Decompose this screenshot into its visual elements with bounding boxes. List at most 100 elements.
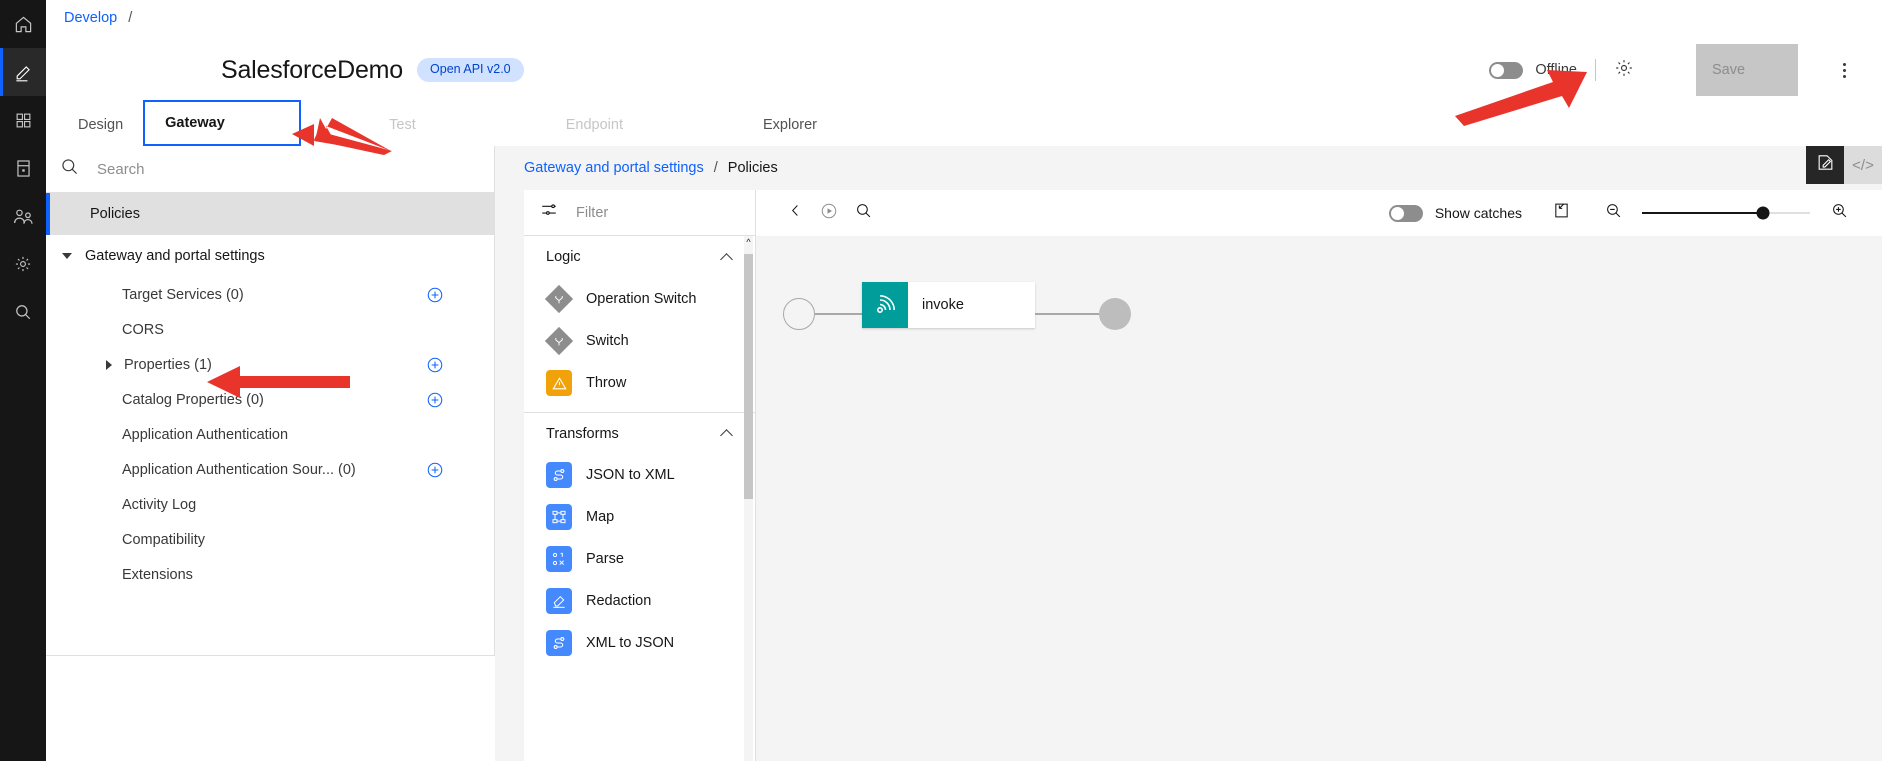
palette-scrollbar-thumb[interactable] [744, 254, 753, 499]
eraser-icon [546, 588, 572, 614]
sidebar-item-properties[interactable]: Properties (1) [46, 347, 494, 382]
palette-item-redaction[interactable]: Redaction [524, 580, 755, 622]
zoom-slider-handle[interactable] [1756, 207, 1769, 220]
sidebar-item-policies[interactable]: Policies [46, 193, 494, 235]
chevron-left-icon [788, 203, 803, 223]
sidebar-item-label: Properties (1) [124, 357, 212, 373]
search-input[interactable] [97, 161, 427, 178]
chevron-up-icon [720, 429, 733, 442]
sidebar-group-gateway-and-portal-settings[interactable]: Gateway and portal settings [46, 235, 494, 277]
breadcrumb-separator: / [128, 10, 132, 26]
visual-editor-button[interactable] [1806, 146, 1844, 184]
breadcrumb-gateway-settings-link[interactable]: Gateway and portal settings [524, 160, 704, 176]
add-target-service-button[interactable] [426, 286, 444, 304]
search-icon [60, 157, 79, 181]
play-circle-icon [820, 202, 838, 225]
palette-item-operation-switch[interactable]: Operation Switch [524, 278, 755, 320]
canvas-search-button[interactable] [846, 196, 880, 230]
palette-section-logic[interactable]: Logic [524, 236, 755, 278]
tab-endpoint[interactable]: Endpoint [546, 104, 643, 146]
palette-section-label: Transforms [546, 426, 619, 442]
flow-end-node[interactable] [1099, 298, 1131, 330]
sidebar-item-application-authentication-source[interactable]: Application Authentication Sour... (0) [46, 452, 494, 487]
canvas-toolbar: Show catches [756, 190, 1882, 236]
save-button[interactable]: Save [1696, 44, 1798, 96]
fit-to-screen-button[interactable] [1544, 196, 1578, 230]
rail-item-home[interactable] [0, 0, 46, 48]
zoom-in-button[interactable] [1822, 196, 1856, 230]
zoom-slider[interactable] [1642, 212, 1810, 214]
rail-item-develop[interactable] [0, 48, 46, 96]
gear-icon [1614, 58, 1634, 83]
branch-diamond-icon [545, 285, 573, 313]
chevron-up-icon[interactable]: ^ [744, 238, 753, 247]
zoom-in-icon [1831, 202, 1848, 224]
gear-icon [14, 255, 32, 273]
sidebar-item-label: Activity Log [122, 497, 196, 513]
collapse-palette-button[interactable] [778, 196, 812, 230]
sidebar-item-activity-log[interactable]: Activity Log [46, 487, 494, 522]
palette-scroll-area: Logic Operation Switch [524, 236, 755, 761]
palette-item-throw[interactable]: Throw [524, 362, 755, 404]
rail-item-search[interactable] [0, 288, 46, 336]
rail-item-catalog[interactable] [0, 144, 46, 192]
sidebar-group-label: Gateway and portal settings [85, 248, 265, 264]
sidebar-item-application-authentication[interactable]: Application Authentication [46, 417, 494, 452]
palette-item-switch[interactable]: Switch [524, 320, 755, 362]
overflow-menu-button[interactable] [1834, 63, 1854, 78]
search-icon [855, 202, 872, 224]
tab-gateway[interactable]: Gateway [143, 100, 301, 146]
palette-item-xml-to-json[interactable]: XML to JSON [524, 622, 755, 664]
people-icon [13, 208, 34, 225]
breadcrumb-develop-link[interactable]: Develop [64, 10, 117, 26]
palette-item-json-to-xml[interactable]: JSON to XML [524, 454, 755, 496]
rail-item-apps[interactable] [0, 96, 46, 144]
tab-test[interactable]: Test [369, 104, 436, 146]
palette-item-label: Redaction [586, 593, 651, 609]
add-catalog-property-button[interactable] [426, 391, 444, 409]
tab-explorer[interactable]: Explorer [743, 104, 837, 146]
sidebar-item-extensions[interactable]: Extensions [46, 557, 494, 592]
sidebar-item-cors[interactable]: CORS [46, 312, 494, 347]
source-editor-button[interactable]: </> [1844, 146, 1882, 184]
breadcrumb-separator: / [714, 160, 718, 176]
flow-canvas[interactable]: invoke [756, 236, 1882, 761]
add-application-authentication-source-button[interactable] [426, 461, 444, 479]
sidebar-item-catalog-properties[interactable]: Catalog Properties (0) [46, 382, 494, 417]
offline-toggle-label: Offline [1535, 62, 1577, 78]
sidebar-item-compatibility[interactable]: Compatibility [46, 522, 494, 557]
chevron-right-icon [106, 360, 112, 370]
policy-palette: Filter Logic [524, 190, 756, 761]
offline-toggle[interactable] [1489, 62, 1523, 79]
top-breadcrumb-bar: Develop / [46, 0, 1882, 36]
palette-item-parse[interactable]: Parse [524, 538, 755, 580]
palette-item-label: JSON to XML [586, 467, 675, 483]
sidebar-item-label: Target Services (0) [122, 287, 244, 303]
palette-scrollbar[interactable]: ^ [744, 236, 753, 761]
flow-wire [1035, 313, 1101, 315]
show-catches-toggle[interactable] [1389, 205, 1423, 222]
chevron-down-icon [62, 253, 72, 259]
edit-document-icon [1816, 153, 1835, 177]
main-tabs: Design Gateway Test Endpoint Explorer [46, 104, 1882, 146]
tab-design[interactable]: Design [58, 104, 143, 146]
palette-item-label: XML to JSON [586, 635, 674, 651]
palette-item-map[interactable]: Map [524, 496, 755, 538]
rail-item-settings[interactable] [0, 240, 46, 288]
header-settings-button[interactable] [1614, 58, 1634, 83]
palette-section-transforms[interactable]: Transforms [524, 412, 755, 454]
zoom-out-button[interactable] [1596, 196, 1630, 230]
zoom-out-icon [1605, 202, 1622, 224]
sidebar-item-target-services[interactable]: Target Services (0) [46, 277, 494, 312]
header-actions: Offline Save [1489, 44, 1882, 96]
rail-item-members[interactable] [0, 192, 46, 240]
flow-node-invoke[interactable]: invoke [862, 282, 1035, 328]
left-rail [0, 0, 46, 761]
flow-start-node[interactable] [783, 298, 815, 330]
show-catches-toggle-knob [1391, 207, 1404, 220]
add-property-button[interactable] [426, 356, 444, 374]
kebab-dot [1843, 75, 1846, 78]
play-assembly-button[interactable] [812, 196, 846, 230]
zoom-slider-fill [1642, 212, 1763, 214]
palette-filter-bar[interactable]: Filter [524, 190, 755, 236]
